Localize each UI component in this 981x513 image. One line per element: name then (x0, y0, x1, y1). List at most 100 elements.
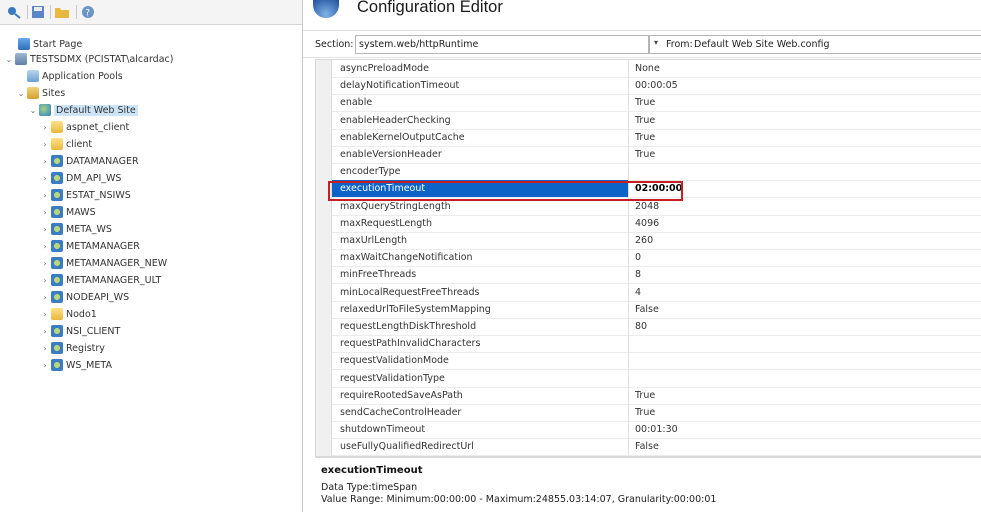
chevron-right-icon[interactable]: › (40, 154, 50, 169)
tree-item-ws-meta[interactable]: › WS_META (40, 358, 112, 373)
chevron-right-icon[interactable]: › (40, 171, 50, 186)
property-value[interactable]: True (635, 112, 981, 129)
tree-item-start-page[interactable]: Start Page (17, 37, 82, 52)
grid-row[interactable]: shutdownTimeout 00:01:30 (332, 421, 981, 440)
grid-row[interactable]: maxQueryStringLength 2048 (332, 197, 981, 216)
tree-item-registry[interactable]: › Registry (40, 341, 105, 356)
grid-row[interactable]: requestPathInvalidCharacters (332, 335, 981, 354)
chevron-right-icon[interactable]: › (40, 137, 50, 152)
grid-row[interactable]: asyncPreloadMode None (332, 60, 981, 78)
from-value: Default Web Site Web.config (694, 39, 830, 50)
globe-icon (39, 104, 51, 116)
property-value[interactable]: 00:00:05 (635, 77, 981, 94)
grid-row[interactable]: maxUrlLength 260 (332, 232, 981, 250)
from-dropdown[interactable]: ▾ From: Default Web Site Web.config (649, 35, 981, 54)
tree-item-meta-ws[interactable]: › META_WS (40, 222, 112, 237)
grid-row[interactable]: enableVersionHeader True (332, 146, 981, 164)
chevron-right-icon[interactable]: › (40, 239, 50, 254)
tree-item-application-pools[interactable]: Application Pools (26, 69, 123, 84)
description-title: executionTimeout (321, 465, 423, 476)
grid-row[interactable]: enableKernelOutputCache True (332, 128, 981, 147)
tree-item-nodeapi-ws[interactable]: › NODEAPI_WS (40, 290, 129, 305)
property-value[interactable]: True (635, 387, 981, 404)
grid-row[interactable]: useFullyQualifiedRedirectUrl False (332, 438, 981, 456)
chevron-down-icon[interactable]: ▾ (654, 38, 658, 47)
tree-item-estat-nsiws[interactable]: › ESTAT_NSIWS (40, 188, 131, 203)
chevron-right-icon[interactable]: › (40, 307, 50, 322)
property-value[interactable]: 2048 (635, 198, 981, 215)
tree-item-aspnet-client[interactable]: › aspnet_client (40, 120, 129, 135)
chevron-right-icon[interactable]: › (40, 273, 50, 288)
property-value[interactable]: 4096 (635, 215, 981, 232)
tree-item-nodo1[interactable]: › Nodo1 (40, 307, 97, 322)
save-icon[interactable] (31, 5, 45, 19)
chevron-right-icon[interactable]: › (40, 120, 50, 135)
grid-row[interactable]: minLocalRequestFreeThreads 4 (332, 283, 981, 302)
section-dropdown[interactable]: system.web/httpRuntime (355, 35, 649, 54)
chevron-down-icon[interactable]: ⌄ (16, 86, 26, 101)
property-value[interactable]: False (635, 301, 981, 318)
tree-item-default-web-site[interactable]: ⌄ Default Web Site (28, 103, 138, 118)
application-icon (51, 359, 63, 371)
property-name: maxWaitChangeNotification (332, 249, 629, 267)
tree-item-dm-api-ws[interactable]: › DM_API_WS (40, 171, 121, 186)
property-value[interactable]: True (635, 129, 981, 146)
property-value[interactable]: False (635, 438, 981, 455)
grid-row[interactable]: enableHeaderChecking True (332, 111, 981, 130)
property-value[interactable]: None (635, 60, 981, 77)
tree-item-datamanager[interactable]: › DATAMANAGER (40, 154, 139, 169)
property-value[interactable]: 80 (635, 318, 981, 335)
grid-row[interactable]: requestValidationType (332, 369, 981, 388)
tree-item-metamanager-ult[interactable]: › METAMANAGER_ULT (40, 273, 161, 288)
section-label: Section: (315, 39, 354, 50)
property-value[interactable]: 00:01:30 (635, 421, 981, 438)
property-value[interactable]: 02:00:00 (635, 180, 981, 197)
grid-row[interactable]: encoderType (332, 163, 981, 182)
chevron-down-icon[interactable]: ⌄ (4, 52, 14, 67)
property-value[interactable] (635, 352, 981, 369)
property-value[interactable]: 0 (635, 249, 981, 266)
help-icon[interactable]: ? (80, 5, 96, 19)
property-value[interactable]: True (635, 146, 981, 163)
grid-row[interactable]: requestLengthDiskThreshold 80 (332, 318, 981, 336)
tree-item-maws[interactable]: › MAWS (40, 205, 96, 220)
connect-icon[interactable] (6, 5, 22, 19)
tree-item-metamanager[interactable]: › METAMANAGER (40, 239, 140, 254)
grid-row[interactable]: requestValidationMode (332, 352, 981, 371)
grid-row[interactable]: maxWaitChangeNotification 0 (332, 249, 981, 268)
property-value[interactable] (635, 370, 981, 387)
open-icon[interactable] (54, 5, 70, 19)
chevron-down-icon[interactable]: ⌄ (28, 103, 38, 118)
chevron-right-icon[interactable]: › (40, 324, 50, 339)
property-value[interactable] (635, 163, 981, 180)
tree-item-metamanager-new[interactable]: › METAMANAGER_NEW (40, 256, 167, 271)
app-pools-icon (27, 70, 39, 82)
property-value[interactable]: True (635, 404, 981, 421)
grid-row[interactable]: executionTimeout 02:00:00 (332, 180, 981, 199)
grid-row[interactable]: delayNotificationTimeout 00:00:05 (332, 77, 981, 96)
property-value[interactable]: 4 (635, 284, 981, 301)
chevron-right-icon[interactable]: › (40, 188, 50, 203)
grid-row[interactable]: maxRequestLength 4096 (332, 214, 981, 233)
chevron-right-icon[interactable]: › (40, 256, 50, 271)
chevron-right-icon[interactable]: › (40, 222, 50, 237)
chevron-right-icon[interactable]: › (40, 358, 50, 373)
grid-row[interactable]: requireRootedSaveAsPath True (332, 386, 981, 405)
svg-text:?: ? (85, 9, 90, 19)
grid-row[interactable]: relaxedUrlToFileSystemMapping False (332, 300, 981, 319)
property-value[interactable]: 8 (635, 266, 981, 283)
tree-item-client[interactable]: › client (40, 137, 92, 152)
grid-row[interactable]: sendCacheControlHeader True (332, 404, 981, 422)
section-bar: Section: system.web/httpRuntime ▾ From: … (303, 30, 981, 58)
chevron-right-icon[interactable]: › (40, 205, 50, 220)
tree-item-sites[interactable]: ⌄ Sites (16, 86, 65, 101)
property-value[interactable] (635, 335, 981, 352)
grid-row[interactable]: enable True (332, 94, 981, 113)
chevron-right-icon[interactable]: › (40, 290, 50, 305)
property-value[interactable]: True (635, 94, 981, 111)
grid-row[interactable]: minFreeThreads 8 (332, 266, 981, 285)
property-value[interactable]: 260 (635, 232, 981, 249)
chevron-right-icon[interactable]: › (40, 341, 50, 356)
tree-item-nsi-client[interactable]: › NSI_CLIENT (40, 324, 120, 339)
tree-item-server[interactable]: ⌄ TESTSDMX (PCISTAT\alcardac) (4, 52, 173, 67)
